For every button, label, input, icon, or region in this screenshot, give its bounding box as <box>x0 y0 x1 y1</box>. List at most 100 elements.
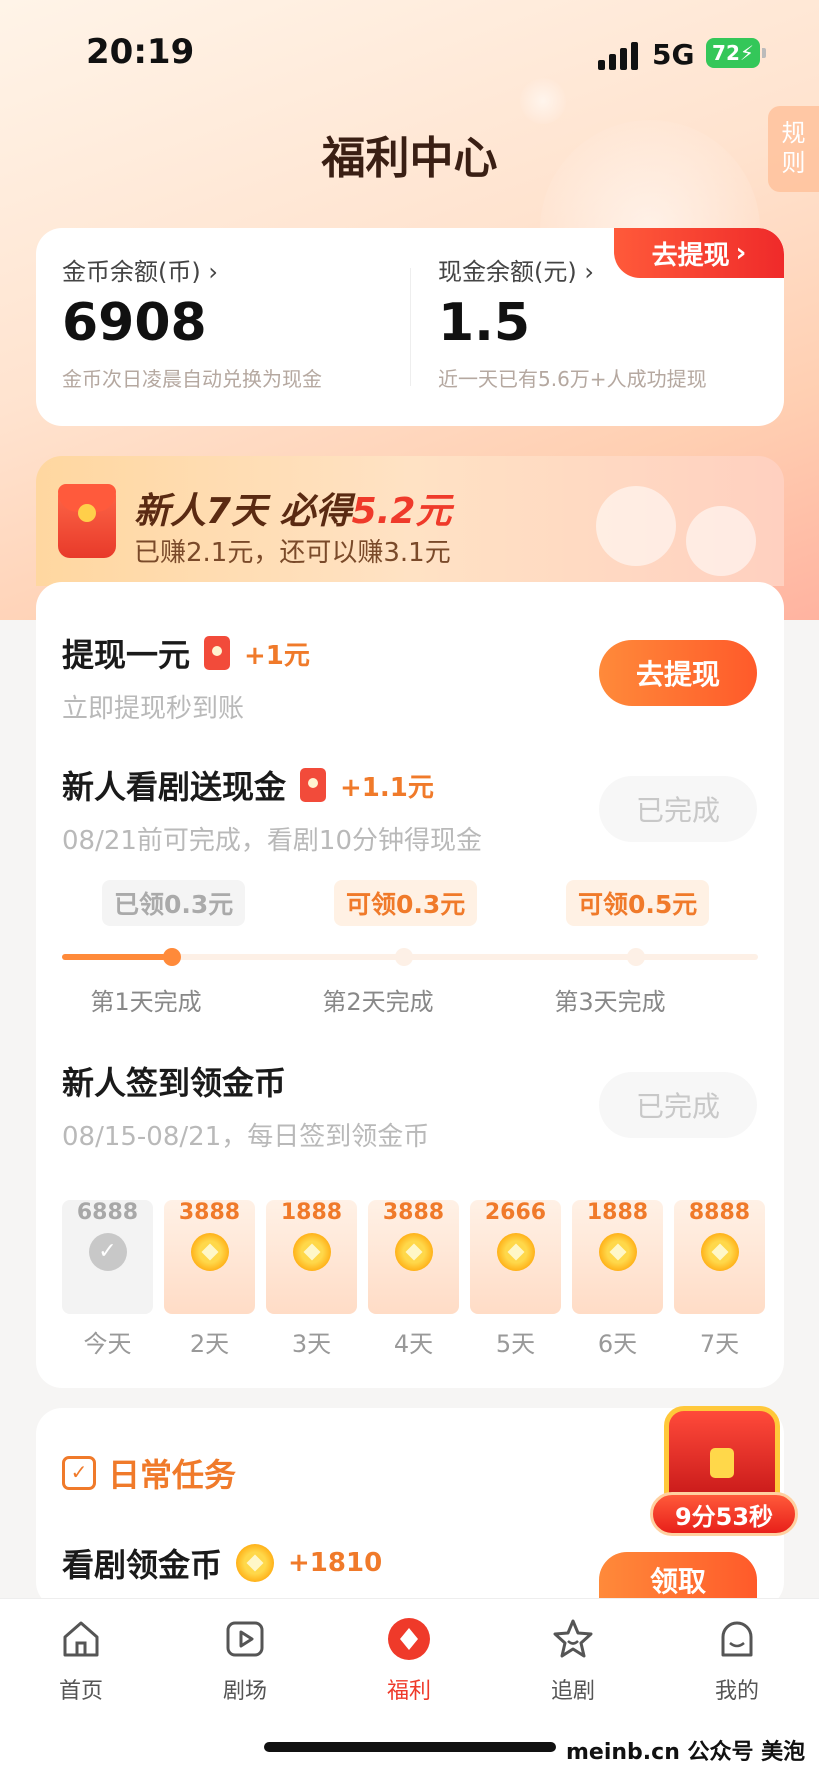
battery-level: 72 <box>712 41 740 65</box>
signin-day[interactable]: 1888 6天 <box>572 1186 663 1359</box>
newbie-task-card: 提现一元 +1元 立即提现秒到账 去提现 新人看剧送现金 +1.1元 08/21… <box>36 582 784 1388</box>
signin-day-amount: 2666 <box>484 1200 547 1225</box>
signin-day-amount: 3888 <box>382 1200 445 1225</box>
signin-day-label: 4天 <box>393 1330 434 1358</box>
home-icon <box>59 1617 103 1661</box>
step-label-1: 第1天完成 <box>90 988 202 1016</box>
coin-icon <box>700 1233 739 1271</box>
newbie-title-amount: 5.2元 <box>351 491 452 532</box>
coin-icon <box>190 1233 229 1271</box>
rules-tab[interactable]: 规则 <box>768 106 819 192</box>
lock-icon <box>710 1448 734 1478</box>
task-withdraw-reward: +1元 <box>244 640 310 671</box>
coin-icon <box>236 1544 275 1582</box>
signin-day-label: 5天 <box>495 1330 536 1358</box>
signin-done-button[interactable]: 已完成 <box>599 1072 757 1138</box>
decorative-circle <box>686 506 756 576</box>
watermark: meinb.cn 公众号 美泡君 <box>566 1740 806 1765</box>
checkmark-icon: ✓ <box>88 1233 127 1271</box>
coin-icon <box>496 1233 535 1271</box>
welfare-icon <box>387 1617 431 1661</box>
task-watch-coins: 看剧领金币 +1810 <box>62 1540 382 1586</box>
progress-dot-1 <box>163 948 181 966</box>
network-type: 5G <box>652 38 695 71</box>
signin-day-amount: 1888 <box>586 1200 649 1225</box>
cash-balance[interactable]: 现金余额(元) › 1.5 近一天已有5.6万+人成功提现 <box>438 252 707 392</box>
balance-card: 去提现 › 金币余额(币) › 6908 金币次日凌晨自动兑换为现金 现金余额(… <box>36 228 784 426</box>
task-signin-desc: 08/15-08/21，每日签到领金币 <box>62 1122 430 1152</box>
chevron-right-icon: › <box>735 238 747 268</box>
watch-done-button[interactable]: 已完成 <box>599 776 757 842</box>
signin-day-amount: 1888 <box>280 1200 343 1225</box>
home-indicator <box>264 1742 556 1752</box>
cash-balance-note: 近一天已有5.6万+人成功提现 <box>438 367 707 391</box>
newbie-banner: 新人7天 必得5.2元 已赚2.1元，还可以赚3.1元 <box>36 456 784 586</box>
cash-balance-value: 1.5 <box>438 293 531 353</box>
watch-progress-bar <box>62 948 758 966</box>
signin-days: 6888 ✓ 今天 3888 2天 1888 3天 3888 4天 2666 5天… <box>62 1186 765 1359</box>
coin-balance-note: 金币次日凌晨自动兑换为现金 <box>62 367 322 391</box>
status-time: 20:19 <box>86 32 195 72</box>
battery-tip <box>762 48 766 58</box>
coin-icon <box>292 1233 331 1271</box>
withdraw-button[interactable]: 去提现 <box>599 640 757 706</box>
coin-icon <box>394 1233 433 1271</box>
task-withdraw: 提现一元 +1元 立即提现秒到账 <box>62 630 310 725</box>
decorative-circle <box>596 486 676 566</box>
task-signin-title: 新人签到领金币 <box>62 1064 287 1102</box>
signin-day[interactable]: 3888 2天 <box>164 1186 255 1359</box>
red-packet-icon <box>58 484 116 558</box>
step-label-2: 第2天完成 <box>322 988 434 1016</box>
signin-day-label: 2天 <box>189 1330 230 1358</box>
tab-welfare[interactable]: 福利 <box>349 1617 469 1705</box>
tab-follow-label: 追剧 <box>550 1679 595 1704</box>
watch-coins-title: 看剧领金币 <box>62 1546 223 1584</box>
daily-task-header: ✓ 日常任务 <box>62 1450 236 1496</box>
daily-task-title: 日常任务 <box>108 1456 237 1494</box>
chest-timer: 9分53秒 <box>650 1492 798 1536</box>
signin-day[interactable]: 6888 ✓ 今天 <box>62 1186 153 1359</box>
star-icon <box>551 1617 595 1661</box>
task-watch-title: 新人看剧送现金 <box>62 768 287 806</box>
battery-icon: 72 ⚡ <box>706 38 760 68</box>
tab-profile[interactable]: 我的 <box>677 1617 797 1705</box>
signin-day-amount: 3888 <box>178 1200 241 1225</box>
step-label-3: 第3天完成 <box>554 988 666 1016</box>
cash-balance-label-row: 现金余额(元) › <box>438 252 707 287</box>
tab-profile-label: 我的 <box>714 1679 759 1704</box>
task-watch-desc: 08/21前可完成，看剧10分钟得现金 <box>62 826 483 856</box>
step-chip-1: 已领0.3元 <box>102 880 246 926</box>
signin-day[interactable]: 8888 7天 <box>674 1186 765 1359</box>
signin-day[interactable]: 1888 3天 <box>266 1186 357 1359</box>
tab-home[interactable]: 首页 <box>21 1617 141 1705</box>
treasure-chest[interactable]: 9分53秒 <box>650 1396 800 1536</box>
signin-day[interactable]: 3888 4天 <box>368 1186 459 1359</box>
watch-coins-reward: +1810 <box>288 1548 383 1578</box>
tab-theater[interactable]: 剧场 <box>185 1617 305 1705</box>
coin-balance-label: 金币余额(币) <box>62 258 201 286</box>
signin-day-label: 6天 <box>597 1330 638 1358</box>
coin-balance-label-row: 金币余额(币) › <box>62 252 322 287</box>
step-chip-2[interactable]: 可领0.3元 <box>334 880 478 926</box>
signin-day-label: 7天 <box>699 1330 740 1358</box>
cash-balance-label: 现金余额(元) <box>438 258 577 286</box>
watch-progress-fill <box>62 954 167 960</box>
task-signin: 新人签到领金币 08/15-08/21，每日签到领金币 <box>62 1058 429 1153</box>
signin-day-amount: 6888 <box>76 1200 139 1225</box>
task-withdraw-desc: 立即提现秒到账 <box>62 694 245 724</box>
play-icon <box>223 1617 267 1661</box>
profile-icon <box>715 1617 759 1661</box>
signin-day[interactable]: 2666 5天 <box>470 1186 561 1359</box>
tab-follow[interactable]: 追剧 <box>513 1617 633 1705</box>
newbie-banner-title: 新人7天 必得5.2元 <box>134 482 451 534</box>
task-withdraw-title: 提现一元 <box>62 636 191 674</box>
progress-dot-3 <box>627 948 645 966</box>
task-watch-reward: +1.1元 <box>340 772 434 803</box>
coin-balance[interactable]: 金币余额(币) › 6908 金币次日凌晨自动兑换为现金 <box>62 252 322 392</box>
rules-tab-label: 规则 <box>781 119 806 177</box>
red-packet-icon <box>204 636 231 670</box>
step-chip-3[interactable]: 可领0.5元 <box>566 880 710 926</box>
signin-day-label: 今天 <box>83 1330 132 1358</box>
coin-balance-value: 6908 <box>62 293 207 353</box>
calendar-check-icon: ✓ <box>62 1456 96 1490</box>
